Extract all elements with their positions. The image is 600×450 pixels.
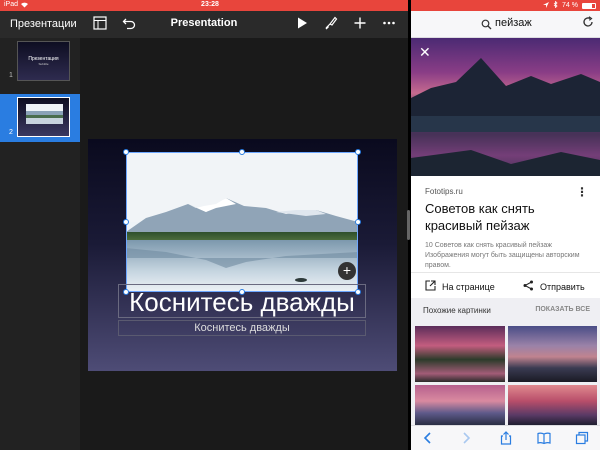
media-placeholder-plus-icon[interactable]: + xyxy=(338,262,356,280)
card-actions: На странице Отправить xyxy=(411,272,600,298)
format-brush-icon[interactable] xyxy=(324,16,340,32)
related-image[interactable] xyxy=(415,385,505,425)
more-options-icon[interactable]: ⋮ xyxy=(576,185,588,199)
related-image[interactable] xyxy=(415,326,505,382)
safari-bottom-toolbar xyxy=(411,425,600,450)
tabs-icon[interactable] xyxy=(575,431,589,445)
keynote-toolbar: Презентации Presentation xyxy=(0,11,408,38)
share-label: Отправить xyxy=(540,281,585,292)
document-title: Presentation xyxy=(170,17,238,29)
resize-handle[interactable] xyxy=(239,149,245,155)
resize-handle[interactable] xyxy=(355,149,361,155)
landscape-photo xyxy=(411,58,600,176)
bluetooth-icon xyxy=(553,0,558,10)
battery-percent: 74 % xyxy=(562,2,578,9)
status-bar-left: iPad 23:28 xyxy=(0,0,408,11)
battery-icon xyxy=(582,2,596,9)
copyright-notice: Изображения могут быть защищены авторски… xyxy=(425,252,580,269)
related-images-header: Похожие картинки ПОКАЗАТЬ ВСЕ xyxy=(411,298,600,322)
resize-handle[interactable] xyxy=(123,149,129,155)
source-site[interactable]: Fototips.ru xyxy=(425,187,463,196)
forward-icon[interactable] xyxy=(459,431,473,445)
related-image[interactable] xyxy=(508,326,597,382)
location-icon xyxy=(543,1,550,10)
share-icon[interactable] xyxy=(499,431,513,445)
more-icon[interactable] xyxy=(382,16,398,32)
slide-title[interactable]: Коснитесь дважды xyxy=(118,287,366,318)
slide-subtitle[interactable]: Коснитесь дважды xyxy=(118,322,366,334)
slide-navigator: 1 Презентация Subtitle 2 + xyxy=(0,38,80,450)
image-info-card: Fototips.ru ⋮ Советов как снять красивый… xyxy=(411,176,600,298)
thumbnail-subtitle: Subtitle xyxy=(38,62,49,66)
slide-thumbnail-2[interactable] xyxy=(17,97,70,137)
plus-icon[interactable] xyxy=(353,16,369,32)
slide-thumbnail-1[interactable]: Презентация Subtitle xyxy=(17,41,70,81)
slide-canvas: + Коснитесь дважды Коснитесь дважды xyxy=(80,38,408,450)
safari-app: пейзаж ✕ Fototips.ru ⋮ Советов как снять… xyxy=(411,11,600,450)
slide-number: 2 xyxy=(9,129,13,136)
close-icon[interactable]: ✕ xyxy=(419,44,431,61)
thumbnail-image xyxy=(26,104,63,124)
carrier-label: iPad xyxy=(4,1,19,8)
show-all-link[interactable]: ПОКАЗАТЬ ВСЕ xyxy=(535,306,590,313)
visit-page-label: На странице xyxy=(442,281,495,292)
clock: 23:28 xyxy=(201,1,219,8)
selection-frame xyxy=(126,152,358,292)
slide[interactable]: + Коснитесь дважды Коснитесь дважды xyxy=(88,139,397,371)
search-icon xyxy=(481,17,493,30)
resize-handle[interactable] xyxy=(355,219,361,225)
split-view-handle[interactable] xyxy=(407,210,410,240)
bookmarks-icon[interactable] xyxy=(537,431,551,445)
wifi-icon xyxy=(20,1,29,10)
reload-icon[interactable] xyxy=(582,16,594,31)
result-title[interactable]: Советов как снять красивый пейзаж xyxy=(425,200,590,234)
safari-address-bar[interactable]: пейзаж xyxy=(411,11,600,38)
status-bar: iPad 23:28 74 % xyxy=(0,0,600,11)
related-image[interactable] xyxy=(508,385,597,425)
status-bar-right: 74 % xyxy=(408,0,600,11)
share-button[interactable]: Отправить xyxy=(523,280,585,293)
image-preview[interactable]: ✕ xyxy=(411,38,600,176)
play-icon[interactable] xyxy=(295,16,311,32)
result-snippet: 10 Советов как снять красивый пейзаж xyxy=(425,242,552,249)
visit-page-button[interactable]: На странице xyxy=(425,280,495,293)
slide-number: 1 xyxy=(9,72,13,79)
search-query[interactable]: пейзаж xyxy=(495,17,532,29)
open-external-icon xyxy=(425,280,436,293)
result-description: 10 Советов как снять красивый пейзаж Изо… xyxy=(425,241,595,271)
related-images-title: Похожие картинки xyxy=(423,306,491,315)
back-icon[interactable] xyxy=(421,431,435,445)
share-icon xyxy=(523,280,534,293)
resize-handle[interactable] xyxy=(123,219,129,225)
keynote-app: Презентации Presentation 1 Презентация S… xyxy=(0,11,408,450)
